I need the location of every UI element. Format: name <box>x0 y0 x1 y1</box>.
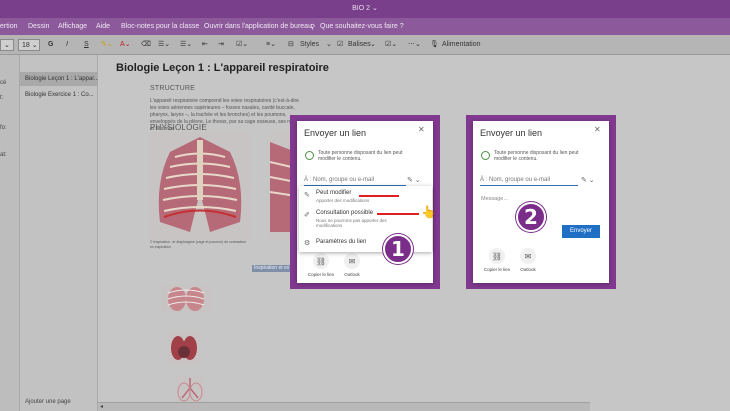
figure-caption: © Inspiration : le diaphragme (cage et p… <box>150 240 247 249</box>
section-label[interactable]: at: <box>0 152 7 158</box>
dialog2-recipient-input[interactable]: À : Nom, groupe ou e-mail <box>480 174 578 186</box>
message-input[interactable]: Message... <box>481 196 508 202</box>
rib-cage-image <box>150 132 250 240</box>
view-only-sub: Nous ne pourrons pas apporter des modifi… <box>316 218 387 228</box>
can-edit-sub: Apporter des modifications <box>316 198 370 203</box>
can-edit-option[interactable]: Peut modifier <box>316 190 351 196</box>
scroll-left-icon[interactable]: ◂ <box>100 403 103 410</box>
copy-link-label: Copier le lien <box>483 267 511 272</box>
styles-button[interactable]: Styles <box>300 39 319 51</box>
page-title[interactable]: Biologie Leçon 1 : L'appareil respiratoi… <box>116 62 329 74</box>
outlook-label: Outlook <box>520 267 536 272</box>
lungs-thumbnail <box>162 285 210 313</box>
copy-link-button[interactable]: ⛓ Copier le lien <box>307 253 335 277</box>
edit-permission-icon[interactable]: ✎ ⌄ <box>581 176 595 184</box>
tell-me-icon: ⚲ <box>310 24 316 31</box>
section-rail: cé t: fo: at: <box>0 55 20 411</box>
clear-format-icon[interactable]: ⌫ <box>141 39 151 51</box>
send-link-dialog-2: Envoyer un lien ✕ Toute personne disposa… <box>473 121 609 283</box>
bold-button[interactable]: G <box>48 39 53 51</box>
edit-icon: ✎ <box>304 192 310 199</box>
close-icon[interactable]: ✕ <box>418 125 425 134</box>
highlight-icon[interactable]: ✎⌄ <box>101 39 113 51</box>
add-page-button[interactable]: Ajouter une page <box>25 399 71 405</box>
edit-permission-icon[interactable]: ✎ ⌄ <box>407 176 421 184</box>
permission-menu: ✎ Peut modifier Apporter des modificatio… <box>299 186 432 252</box>
dialog1-recipient-input[interactable]: À : Nom, groupe ou e-mail <box>304 174 406 186</box>
menu-bar: ertion Dessin Affichage Aide Bloc-notes … <box>0 18 730 35</box>
tags-icon[interactable]: ☑ <box>337 39 343 51</box>
outlook-button[interactable]: ✉ Outlook <box>515 248 541 272</box>
send-button[interactable]: Envoyer <box>562 225 600 238</box>
red-underline <box>359 195 399 197</box>
dialog2-link-info[interactable]: Toute personne disposant du lien peut mo… <box>494 150 582 162</box>
checkbox-icon[interactable]: ☑⌄ <box>236 39 248 51</box>
menu-aide[interactable]: Aide <box>96 23 110 30</box>
italic-button[interactable]: I <box>66 39 68 51</box>
link-settings-icon[interactable] <box>305 151 314 160</box>
todo-tag-icon[interactable]: ☑⌄ <box>385 39 397 51</box>
dictate-button[interactable]: Alimentation <box>442 39 481 51</box>
copy-link-label: Copier le lien <box>307 272 335 277</box>
tags-button[interactable]: Balises <box>348 39 371 51</box>
step-badge-2: 2 <box>516 202 546 232</box>
horizontal-scrollbar[interactable]: ◂ <box>98 402 590 411</box>
dialog1-link-info[interactable]: Toute personne disposant du lien peut mo… <box>318 150 406 162</box>
align-icon[interactable]: ≡⌄ <box>266 39 276 51</box>
page-item[interactable]: Biologie Exercice 1 : Co... <box>20 88 98 102</box>
step-badge-1: 1 <box>383 234 413 264</box>
page-item[interactable]: Biologie Leçon 1 : L'appar... <box>20 72 98 86</box>
menu-dessin[interactable]: Dessin <box>28 23 49 30</box>
section-label[interactable]: t: <box>0 95 3 101</box>
hand-cursor-icon: 👆 <box>421 205 436 219</box>
numbering-icon[interactable]: ☰⌄ <box>180 39 192 51</box>
view-only-option[interactable]: Consultation possible <box>316 210 373 216</box>
font-color-icon[interactable]: A⌄ <box>120 39 131 51</box>
heading-physiology[interactable]: PHYSIOLOGIE <box>150 123 207 132</box>
dialog2-title: Envoyer un lien <box>480 128 543 138</box>
tell-me-input[interactable]: Que souhaitez-vous faire ? <box>320 23 404 30</box>
bullets-icon[interactable]: ☰⌄ <box>158 39 170 51</box>
menu-insertion[interactable]: ertion <box>0 23 18 30</box>
outlook-button[interactable]: ✉ Outlook <box>339 253 365 277</box>
more-icon[interactable]: ⋯⌄ <box>408 39 421 51</box>
no-edit-icon: ✐ <box>304 212 310 219</box>
styles-chevron-icon[interactable]: ⌄ <box>326 39 332 51</box>
close-icon[interactable]: ✕ <box>594 125 601 134</box>
font-name-dropdown[interactable]: ⌄ <box>0 39 14 51</box>
gear-icon: ⚙ <box>304 240 311 247</box>
font-size-dropdown[interactable]: 18 ⌄ <box>18 39 40 51</box>
page-list: Biologie Leçon 1 : L'appar... Biologie E… <box>20 55 98 411</box>
outlook-label: Outlook <box>344 272 360 277</box>
outlook-icon: ✉ <box>344 253 360 269</box>
menu-affichage[interactable]: Affichage <box>58 23 87 30</box>
copy-link-button[interactable]: ⛓ Copier le lien <box>483 248 511 272</box>
title-bar: BIO 2 ⌄ <box>0 0 730 18</box>
font-size-value: 18 <box>22 42 30 49</box>
heading-structure[interactable]: STRUCTURE <box>150 85 195 92</box>
menu-open-desktop[interactable]: Ouvrir dans l'application de bureau <box>204 23 312 30</box>
increase-indent-icon[interactable]: ⇥ <box>218 39 224 51</box>
section-label[interactable]: fo: <box>0 125 7 131</box>
link-icon: ⛓ <box>489 248 505 264</box>
ribbon-toolbar: ⌄ 18 ⌄ G I S ✎⌄ A⌄ ⌫ ☰⌄ ☰⌄ ⇤ ⇥ ☑⌄ ≡⌄ ⊟ S… <box>0 35 730 55</box>
tags-chevron-icon[interactable]: ⌄ <box>370 39 376 51</box>
section-label[interactable]: cé <box>0 80 6 86</box>
link-settings-icon[interactable] <box>481 151 490 160</box>
link-icon: ⛓ <box>313 253 329 269</box>
dictate-icon[interactable]: 🎙 <box>430 39 439 51</box>
styles-icon[interactable]: ⊟ <box>288 39 294 51</box>
dialog1-title: Envoyer un lien <box>304 128 367 138</box>
link-settings-option[interactable]: Paramètres du lien <box>316 239 366 245</box>
notebook-title[interactable]: BIO 2 ⌄ <box>0 4 730 12</box>
airways-thumbnail <box>176 376 204 402</box>
underline-button[interactable]: S <box>84 39 89 51</box>
decrease-indent-icon[interactable]: ⇤ <box>202 39 208 51</box>
menu-bloc-notes-classe[interactable]: Bloc-notes pour la classe <box>121 23 199 30</box>
red-underline <box>377 213 419 215</box>
outlook-icon: ✉ <box>520 248 536 264</box>
heart-lungs-thumbnail <box>168 330 200 366</box>
